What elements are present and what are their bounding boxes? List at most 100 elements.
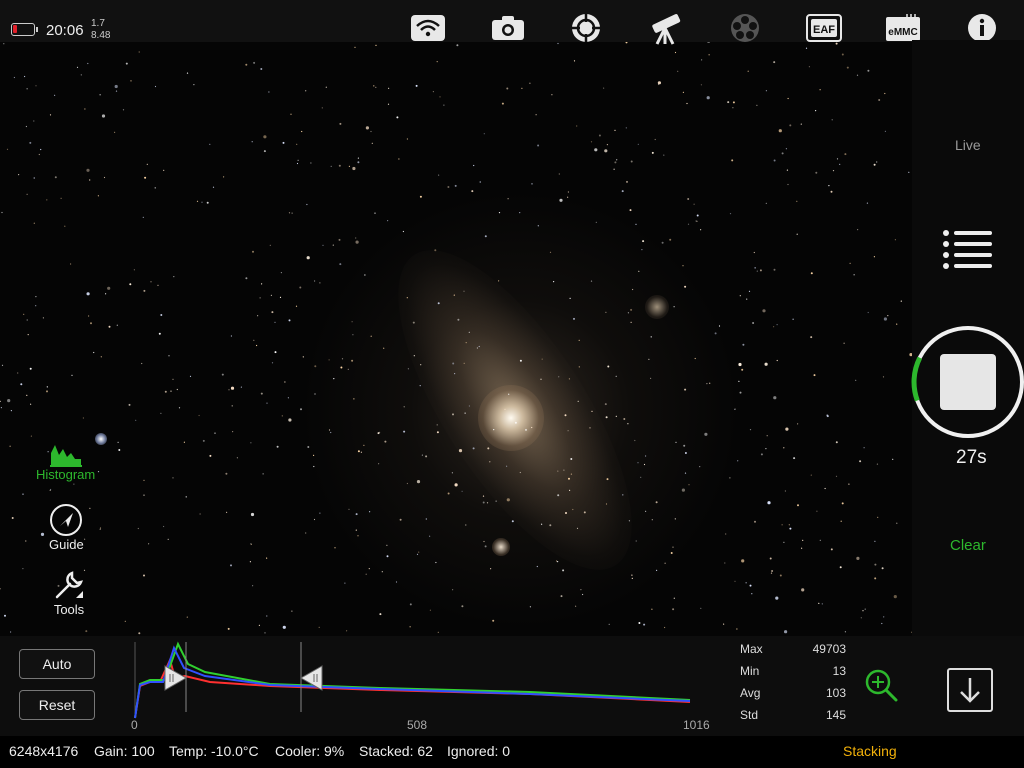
star — [605, 416, 608, 419]
star — [590, 280, 593, 282]
star — [457, 318, 460, 321]
star — [884, 92, 886, 95]
star — [573, 317, 575, 320]
star — [271, 362, 274, 364]
star — [419, 195, 422, 198]
eaf-icon[interactable]: EAF — [806, 10, 842, 46]
guide-tool[interactable]: Guide — [49, 503, 84, 552]
live-toggle[interactable]: Live — [955, 137, 981, 153]
star — [282, 625, 286, 629]
star — [1, 364, 4, 366]
star — [434, 249, 437, 252]
sky-image[interactable] — [0, 40, 912, 636]
star — [881, 622, 883, 625]
star — [230, 386, 235, 390]
star — [568, 378, 571, 380]
axis-label-mid: 508 — [407, 718, 428, 732]
star — [616, 159, 618, 161]
star — [305, 90, 307, 92]
star — [266, 615, 268, 617]
star — [813, 374, 816, 377]
star — [328, 429, 331, 431]
wifi-icon[interactable] — [410, 10, 446, 46]
star — [164, 390, 167, 393]
star — [626, 180, 628, 183]
star — [882, 376, 885, 378]
star — [142, 216, 144, 218]
star — [493, 429, 495, 431]
star — [734, 580, 736, 582]
star — [86, 168, 90, 172]
star — [468, 331, 470, 333]
star — [839, 566, 842, 569]
star — [570, 458, 573, 460]
camera-icon[interactable] — [490, 10, 526, 46]
histogram-tool[interactable]: Histogram — [36, 441, 95, 482]
star — [4, 614, 6, 617]
star — [398, 158, 400, 160]
star — [30, 435, 32, 437]
clear-button[interactable]: Clear — [950, 537, 986, 554]
star — [76, 66, 79, 68]
stop-capture-button[interactable] — [911, 325, 1024, 439]
star — [630, 160, 633, 163]
star — [416, 480, 421, 484]
star — [0, 588, 1, 590]
star — [374, 212, 376, 214]
star — [348, 165, 350, 167]
target-icon[interactable] — [568, 10, 604, 46]
star — [24, 75, 26, 78]
star — [567, 430, 569, 432]
star — [357, 161, 360, 164]
star — [736, 628, 738, 630]
star — [250, 543, 252, 545]
star — [122, 109, 125, 111]
star — [375, 86, 377, 88]
star — [313, 454, 315, 456]
filter-wheel-icon[interactable] — [727, 10, 763, 46]
star — [42, 317, 45, 319]
download-icon[interactable] — [947, 668, 993, 712]
star — [558, 376, 560, 378]
star — [714, 332, 717, 335]
zoom-stretch-icon[interactable] — [863, 667, 899, 703]
star — [22, 568, 24, 570]
stat-label: Min — [740, 664, 760, 678]
star — [826, 415, 829, 418]
star — [874, 540, 876, 542]
telescope-icon[interactable] — [648, 10, 684, 46]
tools-tool[interactable]: Tools — [52, 568, 86, 617]
star — [590, 141, 593, 143]
stacked-count: Stacked: 62 — [359, 743, 433, 759]
star — [893, 595, 897, 599]
menu-list-icon[interactable] — [942, 228, 994, 270]
star — [506, 87, 509, 90]
star — [355, 513, 358, 516]
star — [770, 572, 773, 574]
reset-button[interactable]: Reset — [19, 690, 95, 720]
star — [291, 212, 293, 214]
star — [632, 288, 634, 291]
star — [355, 529, 357, 531]
star — [338, 238, 341, 241]
star — [747, 70, 749, 72]
star — [555, 560, 558, 562]
star — [133, 269, 135, 271]
star — [831, 119, 833, 121]
star — [383, 347, 385, 349]
stat-std: Std 145 — [740, 708, 846, 722]
auto-button[interactable]: Auto — [19, 649, 95, 679]
star — [783, 447, 785, 449]
star — [436, 424, 438, 426]
black-point-handle[interactable] — [164, 665, 188, 691]
star — [118, 449, 121, 451]
star — [792, 318, 794, 320]
star — [525, 428, 527, 431]
star — [908, 171, 910, 173]
star — [101, 114, 106, 118]
star — [232, 431, 234, 433]
star — [519, 212, 521, 214]
star — [664, 626, 666, 629]
star — [615, 415, 617, 417]
tools-label: Tools — [53, 602, 85, 617]
